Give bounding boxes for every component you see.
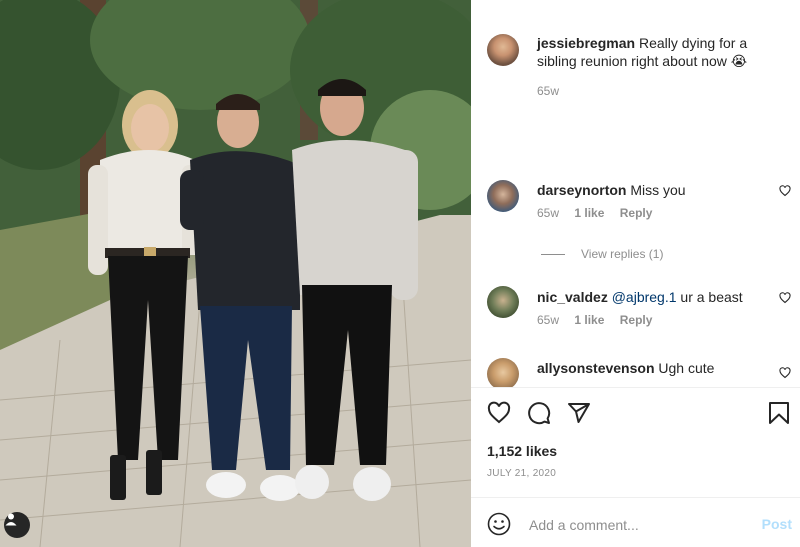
add-comment-form: Post bbox=[487, 512, 792, 538]
comment-like-heart-icon[interactable] bbox=[779, 292, 791, 304]
user-tag-button[interactable] bbox=[4, 512, 30, 538]
view-replies-label: View replies (1) bbox=[581, 247, 664, 261]
instagram-post-view: jessiebregman Really dying for a sibling… bbox=[0, 0, 800, 547]
heart-icon[interactable] bbox=[487, 401, 511, 425]
bookmark-icon[interactable] bbox=[767, 401, 791, 425]
comment-likes[interactable]: 1 like bbox=[574, 313, 604, 327]
post-details-panel: jessiebregman Really dying for a sibling… bbox=[471, 0, 800, 547]
post-photo[interactable] bbox=[0, 0, 471, 547]
avatar[interactable] bbox=[487, 34, 519, 66]
comment-like-heart-icon[interactable] bbox=[779, 367, 791, 379]
emoji-icon[interactable] bbox=[487, 512, 511, 536]
comment-username[interactable]: darseynorton bbox=[537, 182, 626, 198]
view-replies-button[interactable]: View replies (1) bbox=[541, 247, 663, 261]
post-comment-button[interactable]: Post bbox=[762, 516, 792, 532]
avatar[interactable] bbox=[487, 358, 519, 387]
caption-timestamp[interactable]: 65w bbox=[537, 84, 559, 98]
avatar[interactable] bbox=[487, 180, 519, 212]
share-icon[interactable] bbox=[567, 401, 591, 425]
comment-likes[interactable]: 1 like bbox=[574, 206, 604, 220]
comment-item: allysonstevenson Ugh cute bbox=[487, 358, 791, 387]
comment-text: ur a beast bbox=[680, 289, 743, 305]
add-comment-input[interactable] bbox=[527, 514, 741, 536]
comment-text: Miss you bbox=[630, 182, 686, 198]
comments-scroll-clip: allysonstevenson Ugh cute bbox=[471, 352, 800, 387]
comment-username[interactable]: nic_valdez bbox=[537, 289, 608, 305]
comment-reply-button[interactable]: Reply bbox=[620, 206, 653, 220]
comment-timestamp[interactable]: 65w bbox=[537, 313, 559, 327]
comment-item: darseynorton Miss you 65w 1 like Reply bbox=[487, 180, 791, 251]
likes-count[interactable]: 1,152 likes bbox=[487, 443, 557, 459]
divider bbox=[471, 497, 800, 498]
view-replies-line bbox=[541, 253, 565, 255]
comment-like-heart-icon[interactable] bbox=[779, 185, 791, 197]
photo-illustration bbox=[0, 0, 471, 547]
comment-text: Ugh cute bbox=[658, 360, 715, 376]
caption-username[interactable]: jessiebregman bbox=[537, 35, 635, 51]
post-date[interactable]: JULY 21, 2020 bbox=[487, 468, 556, 479]
user-tag-icon bbox=[5, 513, 17, 526]
comment-icon[interactable] bbox=[527, 401, 551, 425]
post-action-bar bbox=[487, 401, 792, 427]
comment-item: nic_valdez @ajbreg.1 ur a beast 65w 1 li… bbox=[487, 286, 791, 358]
comment-username[interactable]: allysonstevenson bbox=[537, 360, 655, 376]
avatar[interactable] bbox=[487, 286, 519, 318]
comment-mention[interactable]: @ajbreg.1 bbox=[612, 289, 677, 305]
comment-reply-button[interactable]: Reply bbox=[620, 313, 653, 327]
comment-timestamp[interactable]: 65w bbox=[537, 206, 559, 220]
divider bbox=[471, 387, 800, 388]
